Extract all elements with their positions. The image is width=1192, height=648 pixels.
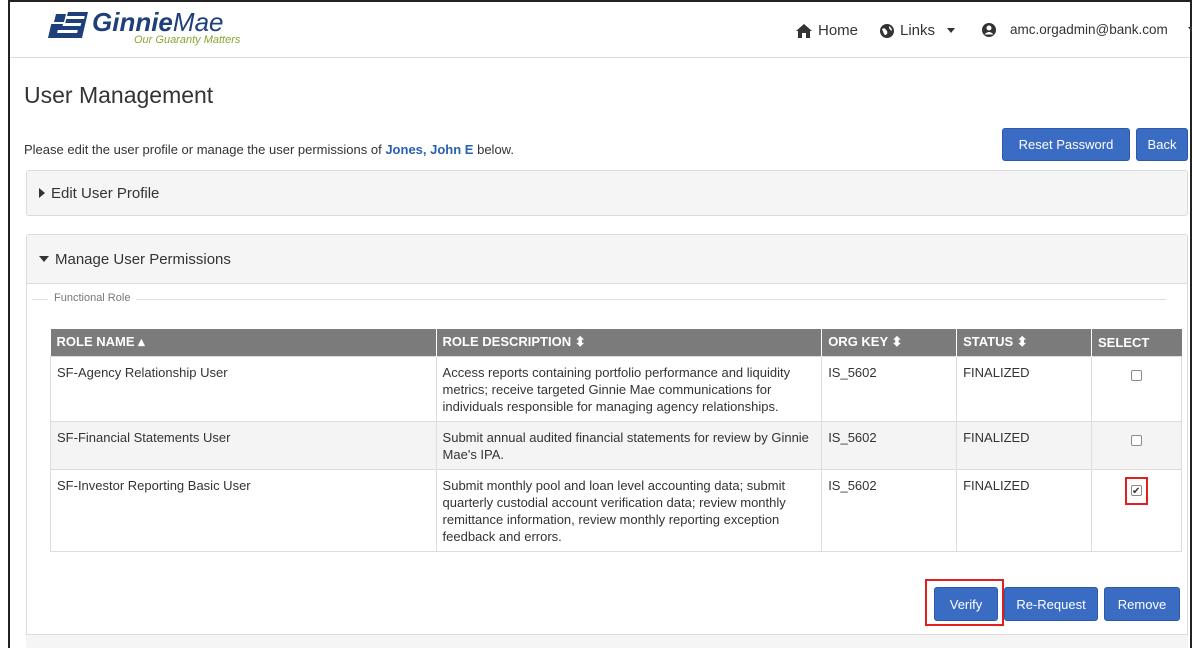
fieldset-divider (32, 299, 1166, 300)
header-role-name[interactable]: ROLE NAME ▴ (50, 329, 437, 356)
user-circle-icon (982, 22, 996, 37)
role-description-cell: Access reports containing portfolio perf… (435, 355, 823, 422)
panel-footer (26, 634, 1188, 648)
select-cell (1091, 468, 1182, 552)
reset-password-button[interactable]: Reset Password (1002, 128, 1130, 161)
remove-button[interactable]: Remove (1104, 587, 1180, 621)
back-button[interactable]: Back (1136, 128, 1188, 161)
flag-logo-icon (48, 12, 88, 38)
re-request-button[interactable]: Re-Request (1004, 587, 1098, 621)
edit-user-profile-header[interactable]: Edit User Profile (27, 171, 1187, 215)
app-window: GinnieMae Our Guaranty Matters Home Link… (8, 0, 1192, 648)
home-icon (796, 23, 812, 38)
chevron-down-icon (1187, 27, 1192, 32)
globe-icon (880, 23, 894, 38)
status-cell: FINALIZED (956, 468, 1093, 552)
status-cell: FINALIZED (956, 420, 1093, 470)
org-key-cell: IS_5602 (821, 420, 958, 470)
role-name-cell: SF-Financial Statements User (50, 420, 437, 470)
intro-prefix: Please edit the user profile or manage t… (24, 142, 382, 157)
intro-text: Please edit the user profile or manage t… (24, 142, 514, 157)
select-checkbox-highlight (1125, 476, 1148, 505)
header-org-key[interactable]: ORG KEY ⬍ (821, 329, 958, 356)
nav-links-label: Links (900, 22, 936, 39)
table-row: SF-Financial Statements User Submit annu… (50, 420, 1182, 470)
nav-home-link[interactable]: Home (796, 22, 858, 39)
page-title: User Management (24, 82, 214, 108)
role-name-cell: SF-Investor Reporting Basic User (50, 468, 437, 552)
select-cell (1091, 355, 1182, 422)
select-checkbox[interactable] (1131, 369, 1142, 381)
select-checkbox[interactable] (1131, 434, 1142, 446)
status-cell: FINALIZED (956, 355, 1093, 422)
role-description-cell: Submit annual audited financial statemen… (435, 420, 823, 470)
user-menu-dropdown[interactable]: amc.orgadmin@bank.com (982, 22, 1192, 37)
manage-user-permissions-panel[interactable]: Manage User Permissions (26, 234, 1188, 284)
manage-user-permissions-label: Manage User Permissions (55, 250, 231, 268)
header-status[interactable]: STATUS ⬍ (956, 329, 1093, 356)
caret-right-icon (39, 188, 45, 198)
nav-home-label: Home (818, 22, 859, 39)
table-row: SF-Investor Reporting Basic User Submit … (50, 468, 1182, 552)
org-key-cell: IS_5602 (821, 468, 958, 552)
select-checkbox[interactable] (1131, 483, 1142, 500)
table-row: SF-Agency Relationship User Access repor… (50, 355, 1182, 422)
header-select: SELECT (1091, 329, 1182, 356)
header-role-description[interactable]: ROLE DESCRIPTION ⬍ (436, 329, 823, 356)
roles-table: ROLE NAME ▴ ROLE DESCRIPTION ⬍ ORG KEY ⬍… (50, 329, 1182, 552)
top-navbar: GinnieMae Our Guaranty Matters Home Link… (10, 2, 1192, 58)
ginnie-mae-logo[interactable]: GinnieMae Our Guaranty Matters (48, 8, 278, 48)
table-header-row: ROLE NAME ▴ ROLE DESCRIPTION ⬍ ORG KEY ⬍… (50, 329, 1182, 356)
select-cell (1091, 420, 1182, 470)
select-checkbox-wrap (1127, 429, 1146, 453)
verify-button[interactable]: Verify (934, 587, 998, 621)
org-key-cell: IS_5602 (821, 355, 958, 422)
user-email: amc.orgadmin@bank.com (1010, 22, 1168, 37)
role-name-cell: SF-Agency Relationship User (50, 355, 437, 422)
logo-wordmark: GinnieMae (92, 7, 224, 37)
nav-links-dropdown[interactable]: Links (880, 22, 956, 39)
functional-role-legend: Functional Role (48, 292, 137, 304)
edit-user-profile-label: Edit User Profile (51, 184, 160, 202)
edit-user-profile-panel[interactable]: Edit User Profile (26, 170, 1188, 216)
intro-user-name[interactable]: Jones, John E (385, 142, 473, 157)
logo-tagline: Our Guaranty Matters (134, 34, 241, 46)
caret-down-icon (39, 256, 49, 262)
select-checkbox-wrap (1127, 364, 1146, 388)
chevron-down-icon (947, 28, 956, 33)
manage-user-permissions-header[interactable]: Manage User Permissions (27, 235, 1187, 283)
intro-suffix: below. (477, 142, 514, 157)
role-description-cell: Submit monthly pool and loan level accou… (435, 468, 823, 552)
